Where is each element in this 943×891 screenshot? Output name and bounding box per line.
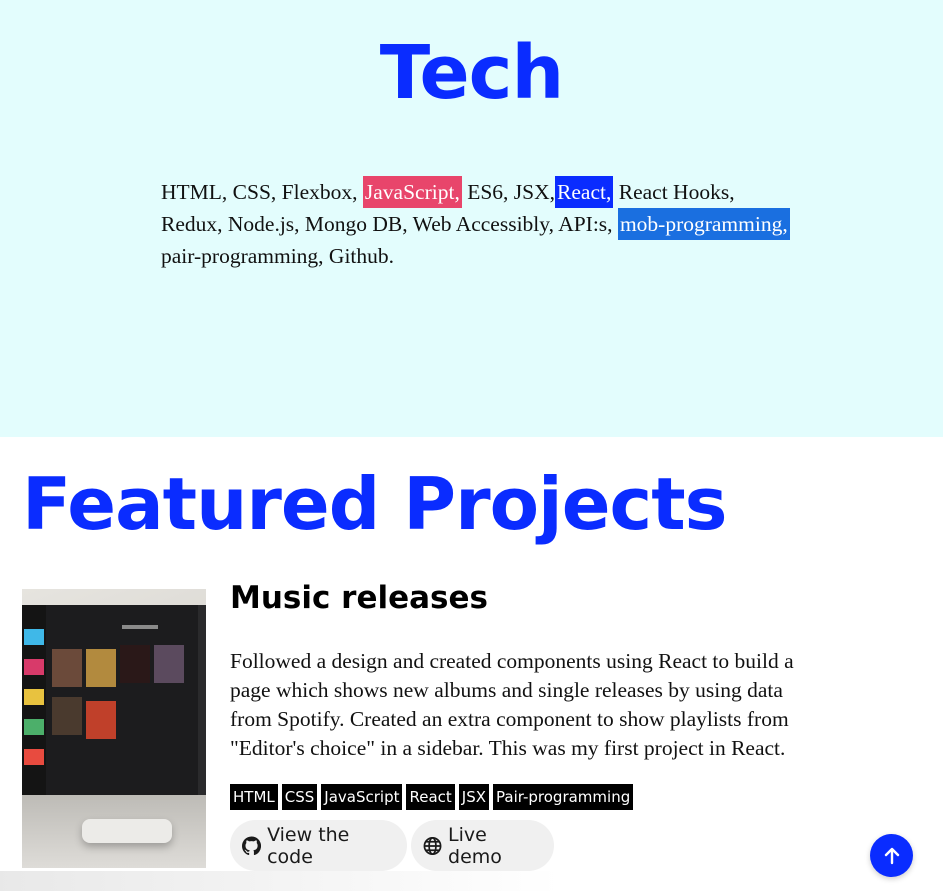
tag-react: React (406, 784, 455, 810)
image-playlist-cover (24, 719, 44, 735)
image-playlist-cover (24, 629, 44, 645)
tech-highlight-mob-programming: mob-programming, (617, 208, 790, 240)
tech-section: Tech HTML, CSS, Flexbox, JavaScript, ES6… (0, 0, 943, 437)
tag-jsx: JSX (458, 784, 490, 810)
tag-html: HTML (230, 784, 278, 810)
project-screenshot-image (22, 589, 206, 868)
scroll-to-top-button[interactable] (870, 834, 913, 877)
tech-title: Tech (379, 30, 564, 116)
image-album-cover (120, 645, 150, 683)
tech-text-2: ES6, JSX, (461, 180, 556, 204)
image-monitor (22, 605, 206, 795)
tech-highlight-react: React, (555, 176, 614, 208)
project-description: Followed a design and created components… (230, 649, 794, 760)
globe-icon (423, 836, 442, 855)
image-playlist-cover (24, 749, 44, 765)
image-album-cover (52, 697, 82, 735)
image-album-cover (154, 645, 184, 683)
live-demo-button[interactable]: Live demo (411, 820, 554, 871)
tag-css: CSS (281, 784, 318, 810)
view-code-button[interactable]: View the code (230, 820, 407, 871)
image-playlist-cover (24, 659, 44, 675)
image-app-heading (122, 625, 158, 629)
project-title: Music releases (230, 580, 488, 616)
github-icon (242, 835, 262, 855)
project-tags: HTML CSS JavaScript React JSX Pair-progr… (230, 784, 634, 810)
tech-highlight-javascript: JavaScript, (362, 176, 462, 208)
bottom-shadow (0, 871, 560, 891)
arrow-up-icon (884, 847, 899, 864)
tag-javascript: JavaScript (321, 784, 403, 810)
tag-pair-programming: Pair-programming (493, 784, 634, 810)
image-monitor-stand (82, 819, 172, 843)
image-album-cover (52, 649, 82, 687)
tech-list: HTML, CSS, Flexbox, JavaScript, ES6, JSX… (161, 176, 791, 272)
image-album-cover (86, 649, 116, 687)
tech-text-4: pair-programming, Github. (161, 244, 395, 268)
view-code-label: View the code (267, 823, 350, 868)
featured-projects-title: Featured Projects (22, 462, 728, 546)
image-album-cover (86, 701, 116, 739)
tech-text-1: HTML, CSS, Flexbox, (161, 180, 363, 204)
image-playlist-cover (24, 689, 44, 705)
live-demo-label: Live demo (448, 823, 502, 868)
